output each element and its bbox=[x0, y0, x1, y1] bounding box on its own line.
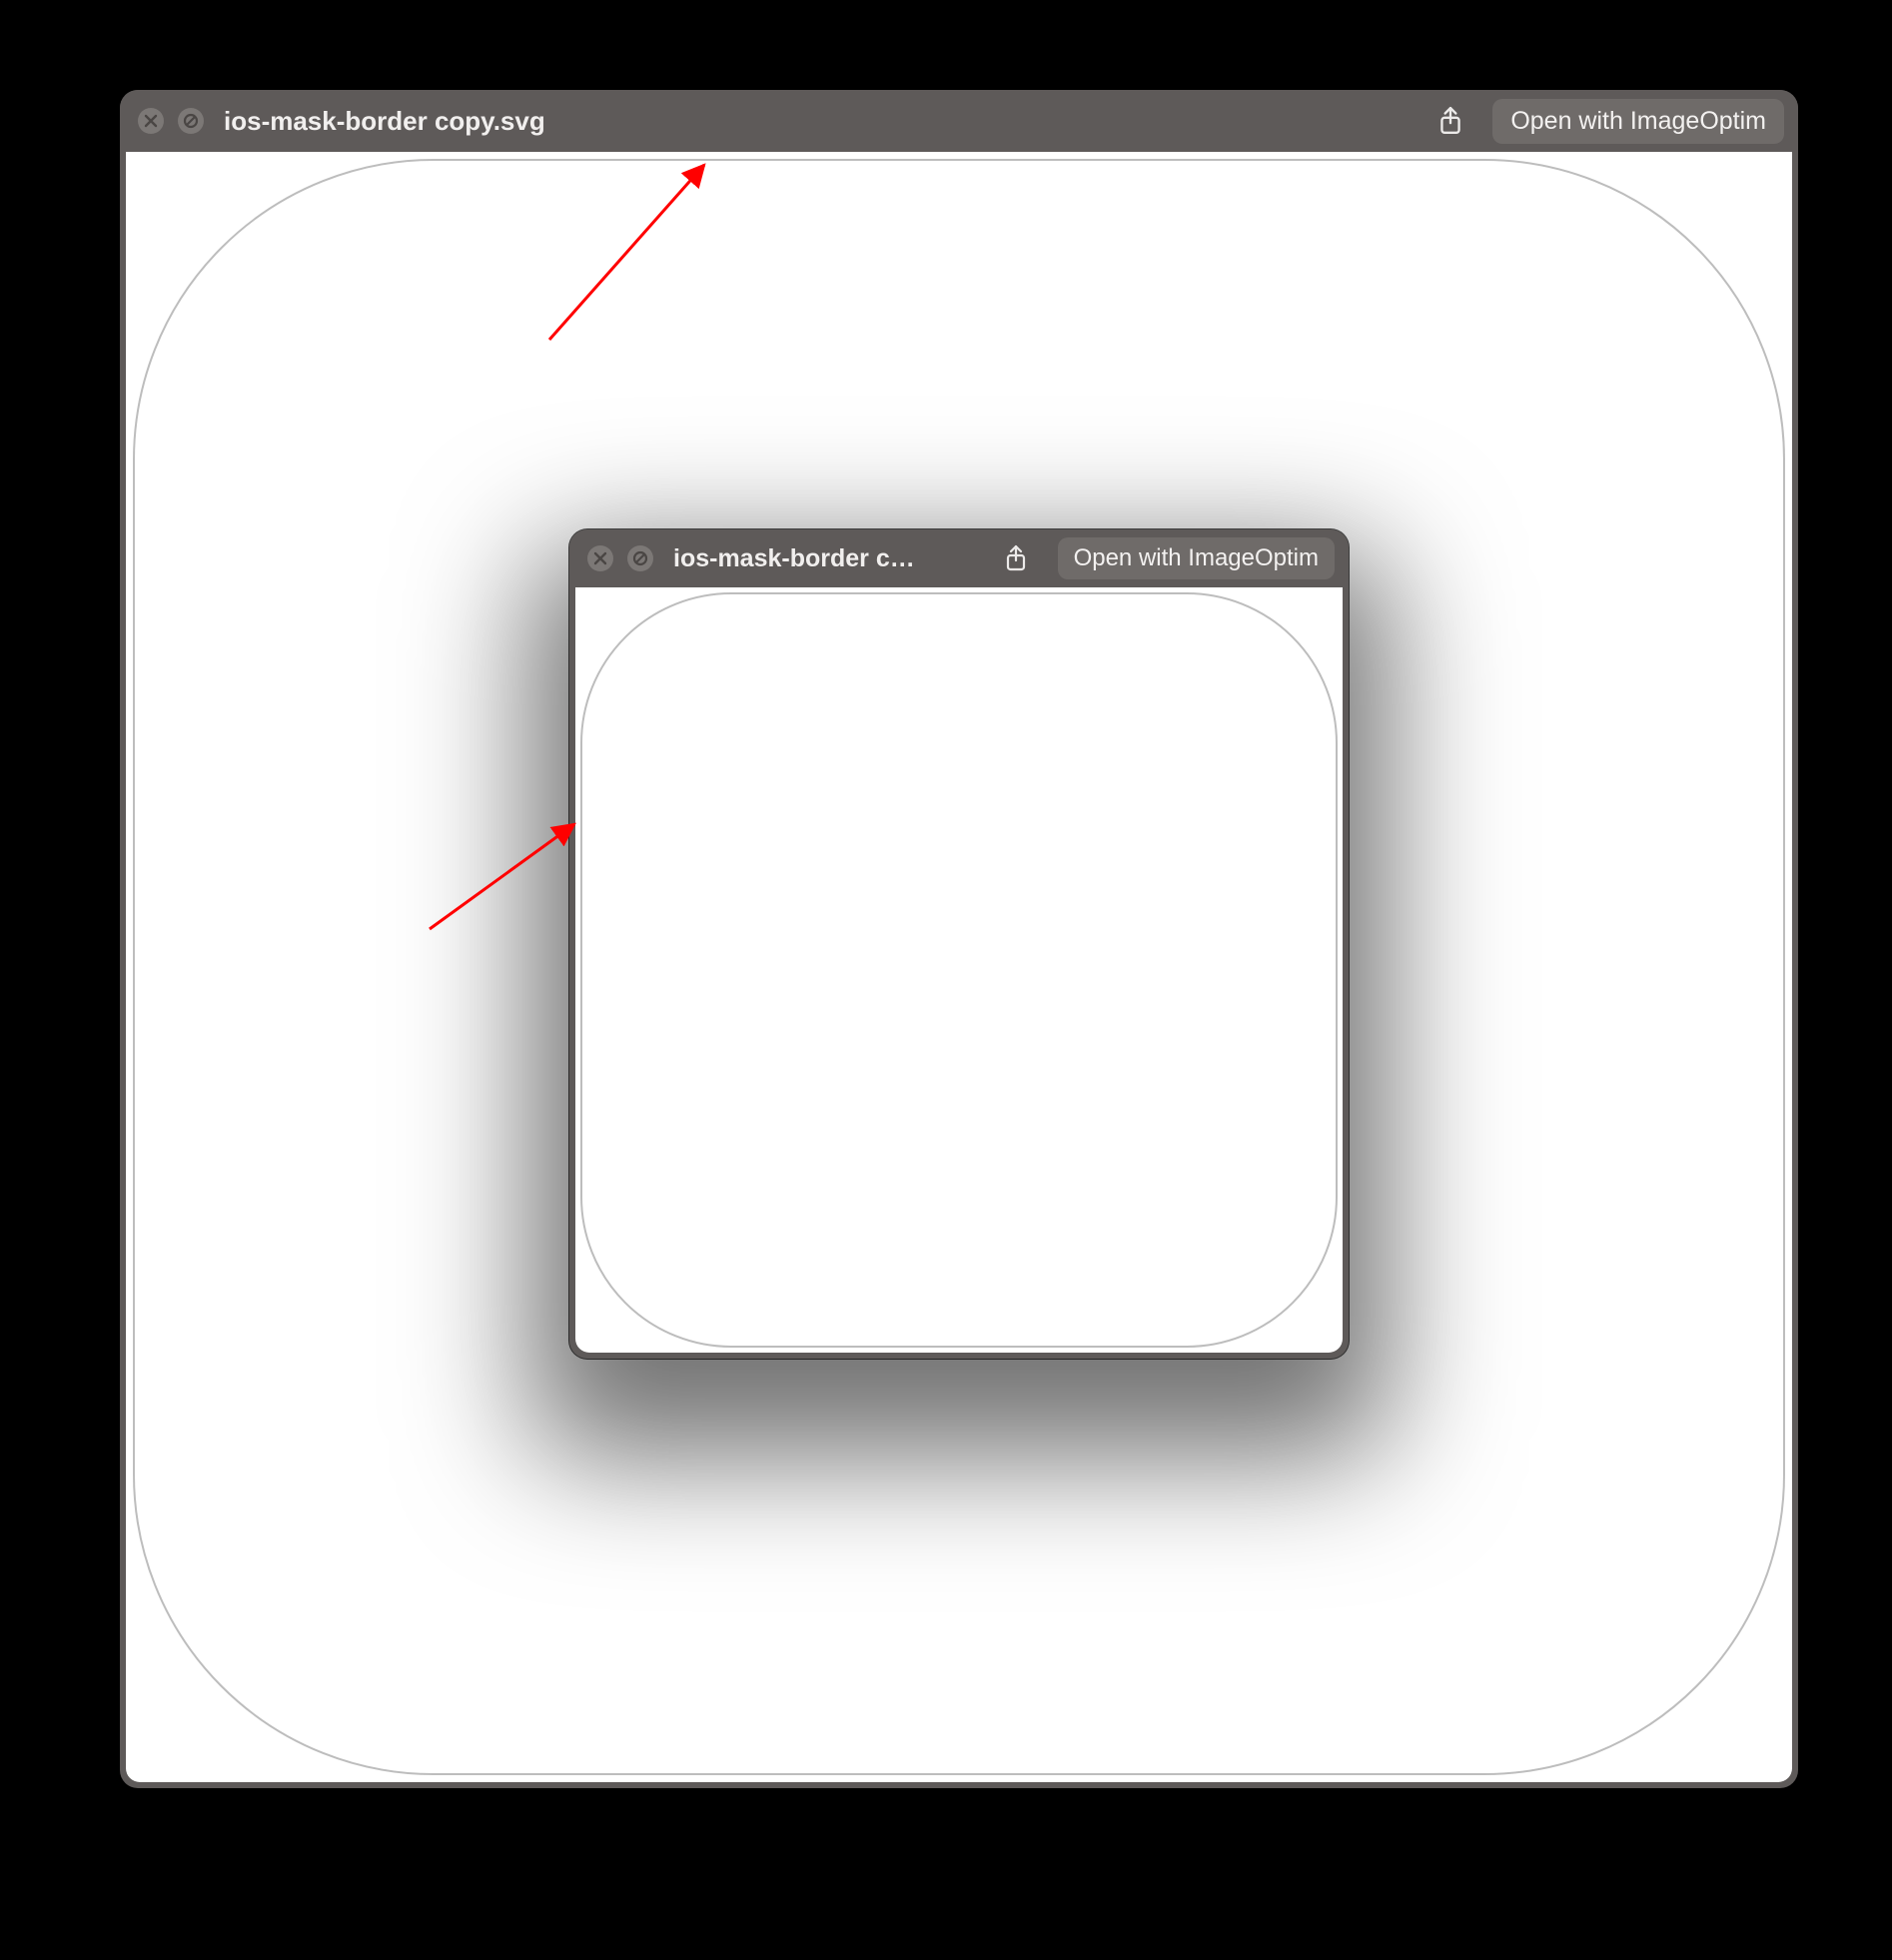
share-icon[interactable] bbox=[994, 536, 1038, 580]
disabled-icon[interactable] bbox=[178, 108, 204, 134]
svg-preview bbox=[575, 587, 1343, 1353]
open-with-button[interactable]: Open with ImageOptim bbox=[1058, 537, 1335, 579]
disabled-icon[interactable] bbox=[627, 545, 653, 571]
window-title: ios-mask-border c… bbox=[673, 544, 915, 573]
quicklook-window-front: ios-mask-border c… Open with ImageOptim bbox=[569, 529, 1349, 1359]
titlebar: ios-mask-border copy.svg Open with Image… bbox=[120, 90, 1798, 152]
close-icon[interactable] bbox=[587, 545, 613, 571]
window-title: ios-mask-border copy.svg bbox=[224, 106, 545, 137]
close-icon[interactable] bbox=[138, 108, 164, 134]
share-icon[interactable] bbox=[1428, 99, 1472, 143]
open-with-button[interactable]: Open with ImageOptim bbox=[1492, 99, 1784, 144]
preview-content bbox=[575, 587, 1343, 1353]
titlebar: ios-mask-border c… Open with ImageOptim bbox=[569, 529, 1349, 587]
